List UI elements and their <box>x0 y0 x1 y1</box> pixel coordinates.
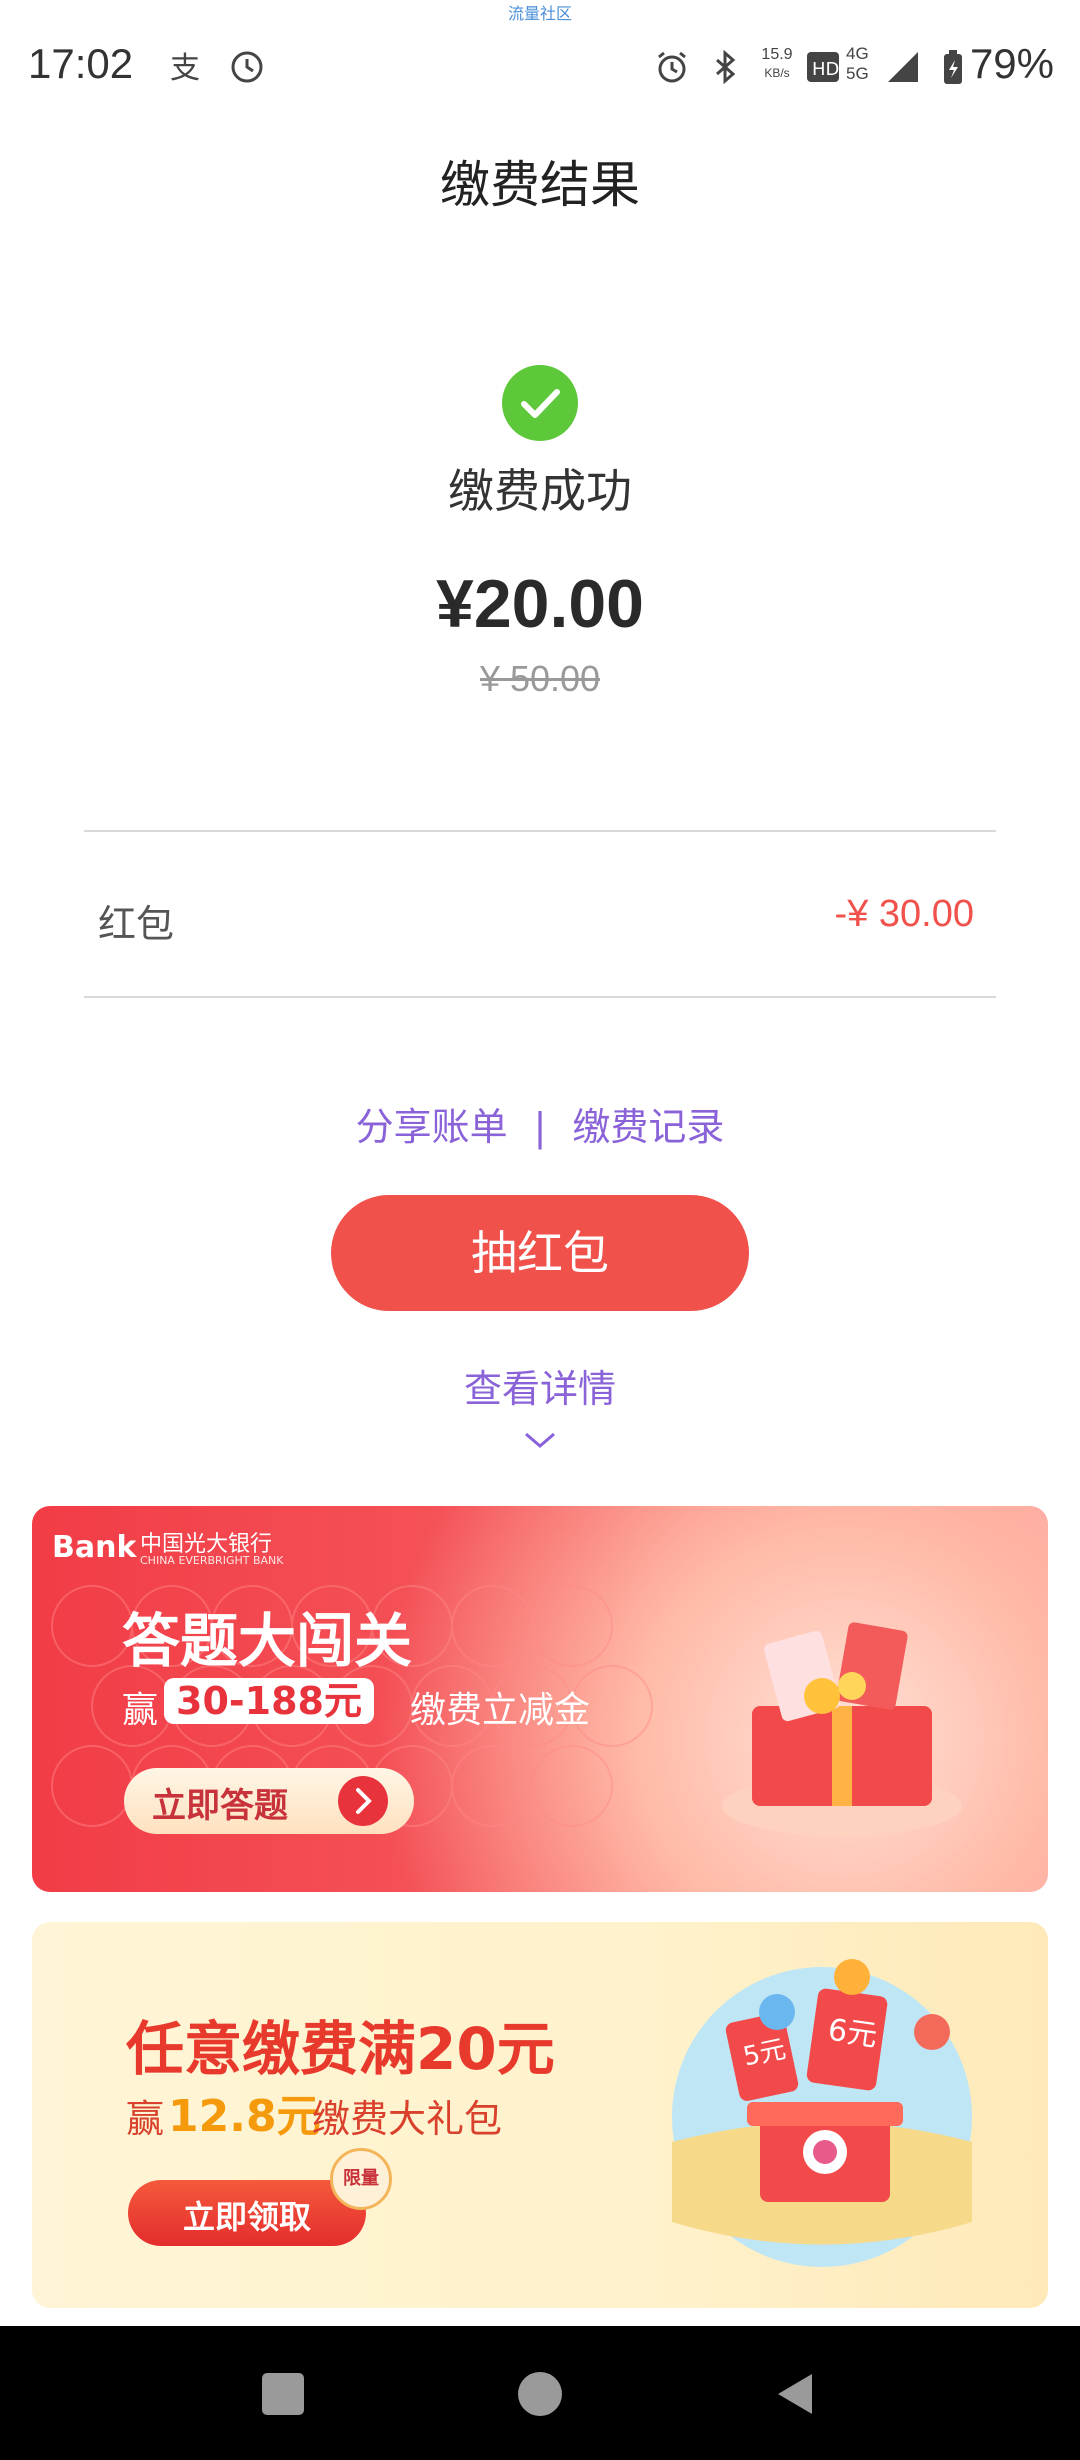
quiz-reward-desc: 缴费立减金 <box>410 1690 591 1731</box>
bank-name-en: CHINA EVERBRIGHT BANK <box>140 1554 284 1567</box>
claim-gift-label: 立即领取 <box>182 2198 311 2236</box>
share-bill-link[interactable]: 分享账单 <box>356 1096 508 1151</box>
payment-records-link[interactable]: 缴费记录 <box>572 1096 724 1151</box>
net-speed: 15.9 KB/s <box>761 46 793 80</box>
view-details-link[interactable]: 查看详情 <box>0 1358 1080 1413</box>
start-quiz-button[interactable]: 立即答题 <box>124 1768 414 1834</box>
home-button[interactable] <box>518 2372 562 2416</box>
divider <box>84 830 996 832</box>
quiz-promo-banner[interactable]: Bank 中国光大银行 CHINA EVERBRIGHT BANK 答题大闯关 … <box>32 1506 1048 1892</box>
claim-gift-button[interactable]: 立即领取 <box>128 2180 366 2246</box>
bluetooth-icon <box>716 49 736 85</box>
gift-reward-desc: 缴费大礼包 <box>312 2097 503 2141</box>
draw-red-packet-button[interactable]: 抽红包 <box>331 1195 749 1311</box>
red-packet-label: 红包 <box>98 902 175 946</box>
back-icon[interactable] <box>772 2370 816 2418</box>
gift-reward-amount: 12.8元 <box>168 2091 321 2142</box>
divider <box>84 996 996 998</box>
page-title: 缴费结果 <box>440 156 640 214</box>
gift-win-prefix: 赢 <box>126 2097 165 2141</box>
gift-promo-banner[interactable]: 5元 6元 任意缴费满20元 赢 12.8元 缴费大礼包 立即领取 限量 <box>32 1922 1048 2308</box>
action-links: 分享账单 | 缴费记录 <box>0 1096 1080 1151</box>
bank-logo: Bank <box>52 1530 137 1565</box>
quiz-title: 答题大闯关 <box>122 1607 413 1675</box>
svg-text:HD: HD <box>812 59 839 80</box>
limited-badge: 限量 <box>330 2148 392 2210</box>
link-separator: | <box>533 1105 547 1149</box>
watermark-text: 流量社区 <box>507 4 572 23</box>
gift-box-illustration <box>722 1622 962 1836</box>
signal-icon <box>888 52 918 82</box>
status-time: 17:02 <box>28 40 134 87</box>
battery-percent: 79% <box>969 40 1054 87</box>
quiz-reward-amount: 30-188元 <box>164 1678 374 1724</box>
svg-text:6元: 6元 <box>826 2012 879 2053</box>
red-packet-discount: -¥ 30.00 <box>834 893 974 935</box>
network-type: 4G 5G <box>846 44 869 83</box>
success-check-icon <box>502 365 578 441</box>
recent-apps-button[interactable] <box>262 2373 304 2415</box>
svg-text:支: 支 <box>170 51 200 86</box>
gift-title: 任意缴费满20元 <box>126 2015 555 2083</box>
payment-status: 缴费成功 <box>448 464 632 518</box>
start-quiz-label: 立即答题 <box>152 1786 288 1826</box>
alipay-icon: 支 <box>170 51 200 86</box>
original-amount: ¥ 50.00 <box>479 658 601 699</box>
quiz-win-prefix: 赢 <box>122 1690 159 1731</box>
alarm-icon <box>658 51 686 83</box>
chevron-down-icon[interactable] <box>522 1428 558 1452</box>
clock-icon <box>231 51 263 83</box>
chevron-right-icon <box>338 1776 388 1826</box>
battery-icon <box>944 50 962 84</box>
hd-icon: HD <box>807 52 839 82</box>
paid-amount: ¥20.00 <box>436 566 644 642</box>
